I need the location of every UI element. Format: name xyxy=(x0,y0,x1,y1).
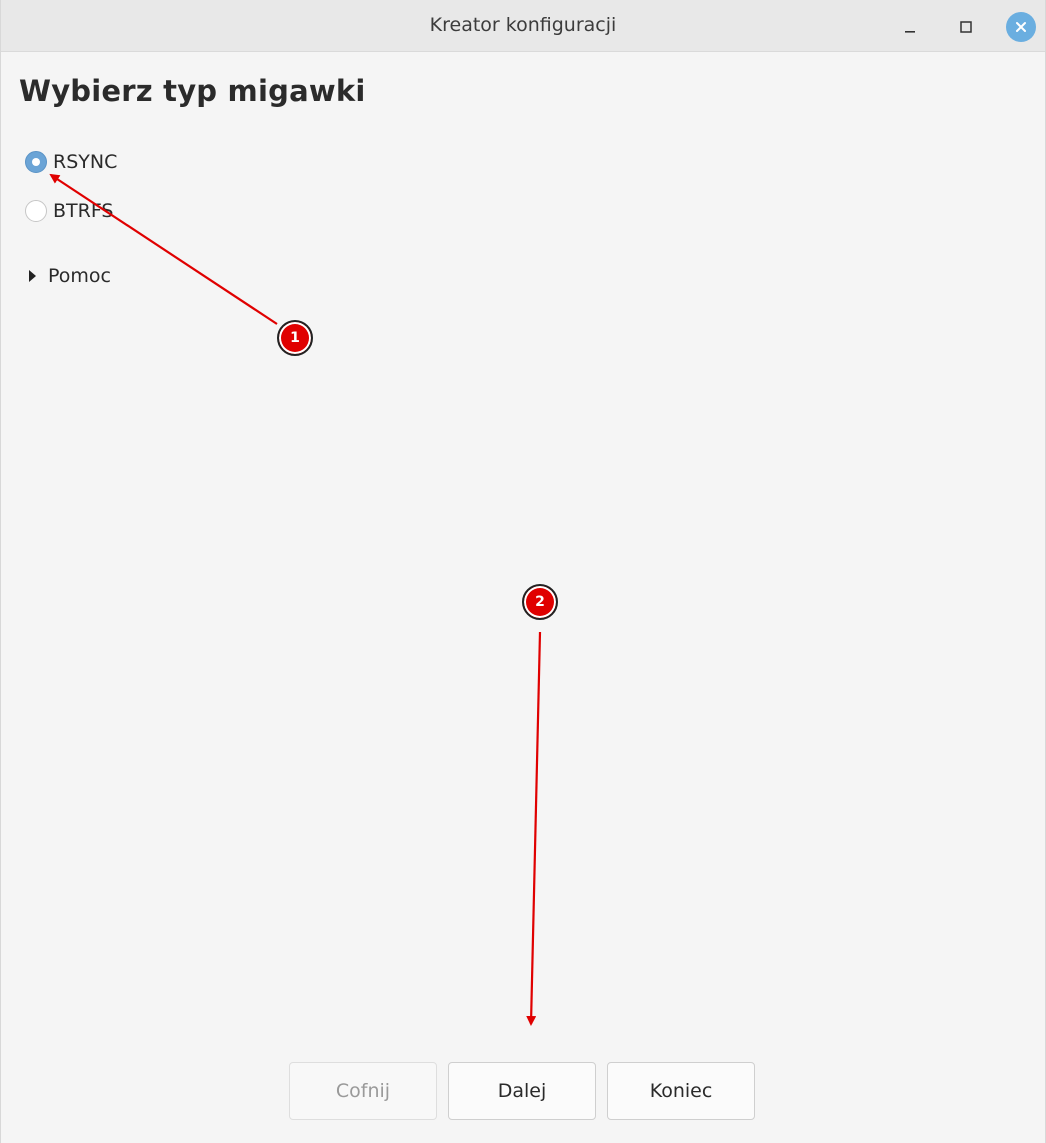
annotation-badge-2: 2 xyxy=(522,584,558,620)
radio-dot xyxy=(32,158,40,166)
maximize-button[interactable] xyxy=(951,12,981,42)
radio-label-rsync: RSYNC xyxy=(53,151,118,173)
radio-option-btrfs[interactable]: BTRFS xyxy=(25,200,114,222)
close-icon xyxy=(1016,22,1026,32)
radio-button-rsync[interactable] xyxy=(25,151,47,173)
wizard-window: Kreator konfiguracji Wybierz typ migawki… xyxy=(0,0,1046,1143)
page-title: Wybierz typ migawki xyxy=(19,74,366,108)
annotation-arrow-1 xyxy=(49,173,278,325)
minimize-icon xyxy=(905,31,915,33)
finish-button[interactable]: Koniec xyxy=(607,1062,755,1120)
help-expander-label: Pomoc xyxy=(48,265,111,287)
annotation-arrow-2 xyxy=(526,631,542,1026)
maximize-icon xyxy=(960,21,972,33)
radio-button-btrfs[interactable] xyxy=(25,200,47,222)
title-bar: Kreator konfiguracji xyxy=(1,0,1045,52)
help-expander[interactable]: Pomoc xyxy=(29,265,111,287)
window-title: Kreator konfiguracji xyxy=(429,14,617,36)
annotation-arrows xyxy=(49,173,542,1026)
next-button[interactable]: Dalej xyxy=(448,1062,596,1120)
back-button[interactable]: Cofnij xyxy=(289,1062,437,1120)
annotation-badge-1: 1 xyxy=(277,320,313,356)
triangle-right-icon xyxy=(29,270,36,282)
radio-option-rsync[interactable]: RSYNC xyxy=(25,151,117,173)
radio-label-btrfs: BTRFS xyxy=(53,200,114,222)
minimize-button[interactable] xyxy=(895,12,925,42)
close-button[interactable] xyxy=(1006,12,1036,42)
